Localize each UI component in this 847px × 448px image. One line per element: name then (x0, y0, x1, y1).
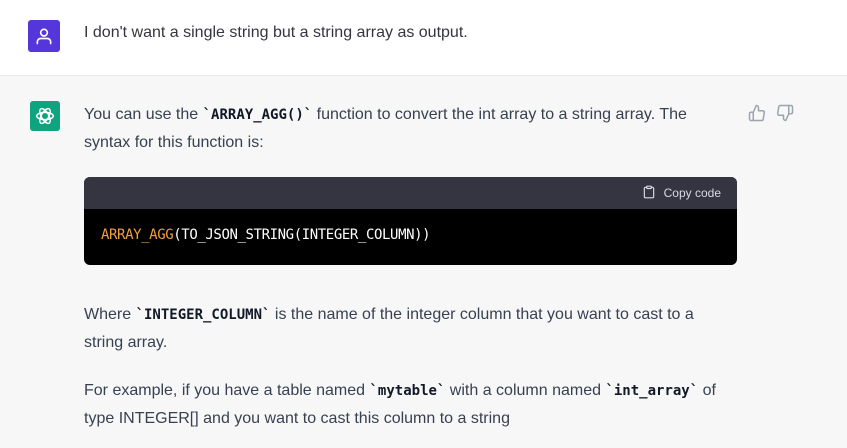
assistant-paragraph-3: For example, if you have a table named `… (84, 377, 734, 433)
user-message-text: I don't want a single string but a strin… (84, 24, 468, 41)
inline-code-array-agg: `ARRAY_AGG()` (202, 107, 313, 123)
inline-code-integer-column: `INTEGER_COLUMN` (135, 307, 271, 323)
assistant-message-row: You can use the `ARRAY_AGG()` function t… (0, 76, 847, 448)
code-content[interactable]: ARRAY_AGG(TO_JSON_STRING(INTEGER_COLUMN)… (84, 209, 737, 261)
thumbs-up-icon[interactable] (748, 104, 766, 122)
copy-code-button[interactable]: Copy code (642, 185, 721, 202)
assistant-paragraph-2: Where `INTEGER_COLUMN` is the name of th… (84, 301, 734, 357)
openai-logo-icon (30, 101, 60, 131)
user-icon (28, 20, 60, 52)
user-message-row: I don't want a single string but a strin… (0, 0, 847, 76)
p1-text-before: You can use the (84, 106, 203, 123)
code-function-token: ARRAY_AGG (101, 227, 174, 243)
thumbs-down-icon[interactable] (776, 104, 794, 122)
code-block: Copy code ARRAY_AGG(TO_JSON_STRING(INTEG… (84, 177, 737, 265)
clipboard-icon (642, 185, 656, 202)
inline-code-int-array: `int_array` (605, 383, 699, 399)
assistant-paragraph-1: You can use the `ARRAY_AGG()` function t… (84, 101, 734, 157)
p2-text-before: Where (84, 306, 136, 323)
p3-text-mid: with a column named (445, 382, 606, 399)
p3-text-before: For example, if you have a table named (84, 382, 370, 399)
copy-code-label: Copy code (663, 186, 721, 200)
inline-code-mytable: `mytable` (369, 383, 446, 399)
code-rest-token: (TO_JSON_STRING(INTEGER_COLUMN)) (173, 227, 431, 243)
code-block-header: Copy code (84, 177, 737, 209)
